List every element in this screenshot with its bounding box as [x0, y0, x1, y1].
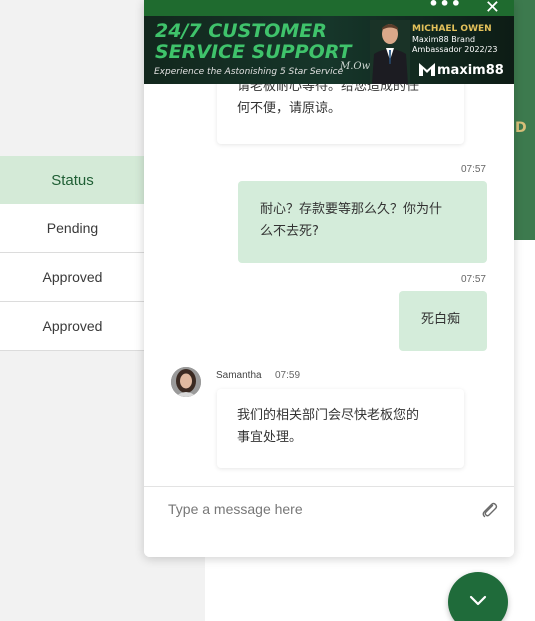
agent-avatar	[171, 367, 201, 397]
ambassador-title: Maxim88 Brand Ambassador 2022/23	[412, 35, 498, 54]
agent-message: 请老板耐心等待。给您造成的任 何不便，请原谅。	[217, 84, 464, 144]
message-time: 07:59	[275, 370, 301, 381]
status-column-header: Status	[0, 156, 145, 204]
banner-tagline: Experience the Astonishing 5 Star Servic…	[154, 67, 344, 77]
background-promo-text: D	[515, 120, 527, 136]
status-cell: Approved	[0, 302, 145, 351]
banner-headline: 24/7 CUSTOMER	[155, 20, 327, 42]
more-icon[interactable]: •••	[428, 0, 462, 13]
status-table: Status Pending Approved Approved	[0, 156, 145, 351]
user-message: 耐心？存款要等那么久？你为什 么不去死?	[238, 181, 487, 263]
message-time: 07:57	[460, 274, 486, 285]
maxim88-logo-icon	[419, 63, 435, 76]
promo-banner: 24/7 CUSTOMER SERVICE SUPPORT Experience…	[144, 16, 514, 84]
ambassador-photo	[370, 20, 410, 84]
message-time: 07:57	[460, 164, 486, 175]
status-cell: Pending	[0, 204, 145, 253]
user-message: 死白痴	[399, 291, 487, 351]
chevron-down-icon	[469, 595, 487, 606]
agent-name: Samantha	[216, 370, 262, 381]
chat-header-bar: ••• ✕	[144, 0, 514, 18]
live-chat-window: ••• ✕ 24/7 CUSTOMER SERVICE SUPPORT Expe…	[144, 0, 514, 557]
banner-headline: SERVICE SUPPORT	[155, 41, 352, 63]
agent-message: 我们的相关部门会尽快老板您的 事宜处理。	[217, 389, 464, 468]
status-cell: Approved	[0, 253, 145, 302]
paperclip-icon[interactable]	[480, 500, 498, 518]
message-list: 请老板耐心等待。给您造成的任 何不便，请原谅。 07:57 耐心？存款要等那么久…	[144, 84, 514, 486]
message-input[interactable]	[168, 497, 468, 521]
brand-logo-text: maxim88	[437, 63, 504, 78]
message-composer	[144, 486, 514, 557]
ambassador-name: MICHAEL OWEN	[412, 24, 492, 34]
